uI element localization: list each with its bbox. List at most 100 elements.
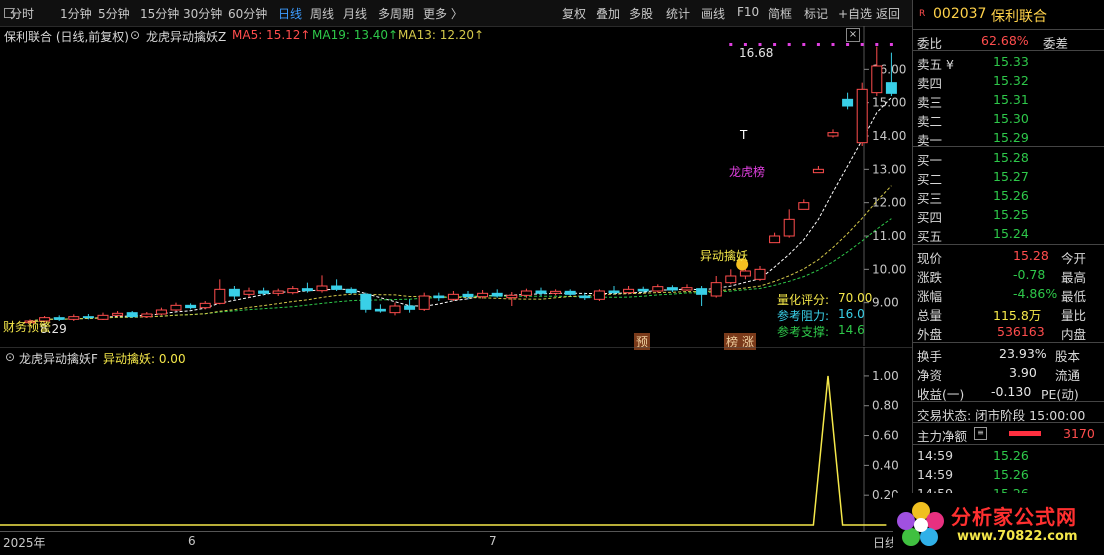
sell-price: 15.33 (993, 54, 1029, 69)
resist-label: 参考阻力: (777, 309, 830, 323)
tick-row[interactable]: 14:59 15.26 (913, 446, 1104, 465)
buy-row[interactable]: 买二 15.27 (913, 167, 1104, 187)
period-tab-6[interactable]: 日线 (278, 5, 302, 22)
period-tab-1[interactable]: 1分钟 (60, 5, 92, 22)
sub-indicator-name[interactable]: 龙虎异动擒妖F (19, 350, 98, 367)
candle-body (228, 288, 240, 297)
candle-body (856, 88, 868, 144)
r-badge: R (919, 9, 926, 19)
stat2-label: 收益(一) (917, 387, 965, 402)
stat2-row[interactable]: 净资 3.90 流通 (913, 363, 1104, 383)
score-label: 量化评分: (777, 293, 830, 307)
buy-label: 买五 (917, 229, 943, 244)
chart-toolbar: 分时 1分钟 5分钟 15分钟 30分钟 60分钟 日线 周线 月线 多周期 更多 〉复权 叠加 多股统… (0, 0, 912, 27)
sell-row[interactable]: 卖三 15.31 (913, 90, 1104, 110)
tool-button-1[interactable]: 叠加 (596, 5, 620, 22)
sell-row[interactable]: 卖四 15.32 (913, 71, 1104, 91)
close-panel-icon[interactable]: × (846, 28, 860, 42)
period-tab-3[interactable]: 15分钟 (140, 5, 179, 22)
period-tab-10[interactable]: 更多 〉 (423, 5, 463, 22)
stat-row[interactable]: 总量 115.8万 量比 (913, 303, 1104, 323)
candle-body (491, 292, 503, 297)
stock-code: 002037 (933, 6, 987, 22)
stat-row[interactable]: 外盘 536163 内盘 (913, 322, 1104, 342)
ma5-label: MA5: 15.12↑ (232, 28, 311, 42)
tool-button-6[interactable]: 简框 (768, 5, 792, 22)
candle-body (155, 309, 167, 315)
tool-button-2[interactable]: 多股 (629, 5, 653, 22)
sell-row[interactable]: 卖二 15.30 (913, 109, 1104, 129)
period-tab-7[interactable]: 周线 (310, 5, 334, 22)
indicator-name[interactable]: 龙虎异动擒妖Z (146, 28, 226, 45)
candle-body (798, 202, 810, 210)
candle-body (345, 288, 357, 294)
support-value: 14.6 (838, 323, 865, 337)
signal-dot (773, 43, 777, 46)
sub-indicator-icon[interactable]: ⊙ (5, 350, 15, 364)
candle-body (666, 287, 678, 291)
tool-button-3[interactable]: 统计 (666, 5, 690, 22)
stat2-row[interactable]: 收益(一) -0.130 PE(动) (913, 382, 1104, 402)
ma13-line (29, 185, 892, 322)
period-tab-9[interactable]: 多周期 (378, 5, 414, 22)
layout-icon[interactable] (4, 8, 14, 18)
tool-button-9[interactable]: 返回 (876, 5, 900, 22)
candle-body (112, 312, 124, 316)
watermark-title: 分析家公式网 (951, 505, 1077, 529)
period-tab-5[interactable]: 60分钟 (228, 5, 267, 22)
tool-button-8[interactable]: +自选 (838, 5, 872, 22)
sell-price: 15.32 (993, 73, 1029, 88)
score-value: 70.00 (838, 291, 873, 305)
indicator-tick-label: 0.60 (872, 429, 899, 443)
ma13-label: MA13: 12.20↑ (398, 28, 485, 42)
period-tab-8[interactable]: 月线 (343, 5, 367, 22)
price-tick-label: 9.00 (872, 296, 899, 310)
candle-body (783, 218, 795, 237)
candle-body (535, 290, 547, 294)
candle-body (710, 282, 722, 297)
tool-button-0[interactable]: 复权 (562, 5, 586, 22)
candle-body (608, 290, 620, 294)
list-icon[interactable]: ≡ (974, 427, 987, 440)
sell-row[interactable]: 卖一 15.29 (913, 128, 1104, 148)
candle-body (404, 305, 416, 310)
sell-price: 15.30 (993, 111, 1029, 126)
stat-row[interactable]: 现价 15.28 今开 (913, 246, 1104, 266)
stat-row[interactable]: 涨跌 -0.78 最高 (913, 265, 1104, 285)
sell-row[interactable]: 卖五 ¥15.33 (913, 52, 1104, 72)
stat2-row[interactable]: 换手 23.93% 股本 (913, 344, 1104, 364)
buy-price: 15.24 (993, 226, 1029, 241)
tick-time: 14:59 (917, 448, 954, 463)
candle-body (97, 314, 109, 320)
watermark-logo: 分析家公式网 www.70822.com (893, 493, 1104, 554)
buy-row[interactable]: 买一 15.28 (913, 148, 1104, 168)
stat-row[interactable]: 涨幅 -4.86% 最低 (913, 284, 1104, 304)
support-label: 参考支撑: (777, 325, 830, 339)
buy-price: 15.28 (993, 150, 1029, 165)
tool-button-7[interactable]: 标记 (804, 5, 828, 22)
candle-body (564, 290, 576, 295)
buy-row[interactable]: 买四 15.25 (913, 205, 1104, 225)
stat2-value: -0.130 (991, 384, 1032, 399)
candle-body (141, 313, 153, 318)
candle-body (593, 290, 605, 300)
indicator-settings-icon[interactable]: ⊙ (130, 28, 140, 42)
tool-button-4[interactable]: 画线 (701, 5, 725, 22)
kline-chart[interactable]: 16.0015.0014.0013.0012.0011.0010.009.00 (0, 26, 912, 346)
period-tab-4[interactable]: 30分钟 (183, 5, 222, 22)
buy-price: 15.26 (993, 188, 1029, 203)
ma5-line (29, 97, 892, 322)
candle-body (389, 305, 401, 314)
sell-price: 15.29 (993, 130, 1029, 145)
buy-row[interactable]: 买五 15.24 (913, 224, 1104, 244)
signal-dot (787, 43, 791, 46)
indicator-chart[interactable]: 1.000.800.600.400.20 (0, 347, 912, 531)
candle-body (199, 302, 211, 309)
tool-button-5[interactable]: F10 (737, 5, 759, 19)
buy-row[interactable]: 买三 15.26 (913, 186, 1104, 206)
candle-body (82, 316, 94, 319)
period-tab-2[interactable]: 5分钟 (98, 5, 130, 22)
stat-value: 15.28 (1013, 248, 1049, 263)
tick-row[interactable]: 14:59 15.26 (913, 465, 1104, 484)
indicator-tick-label: 0.40 (872, 458, 899, 472)
